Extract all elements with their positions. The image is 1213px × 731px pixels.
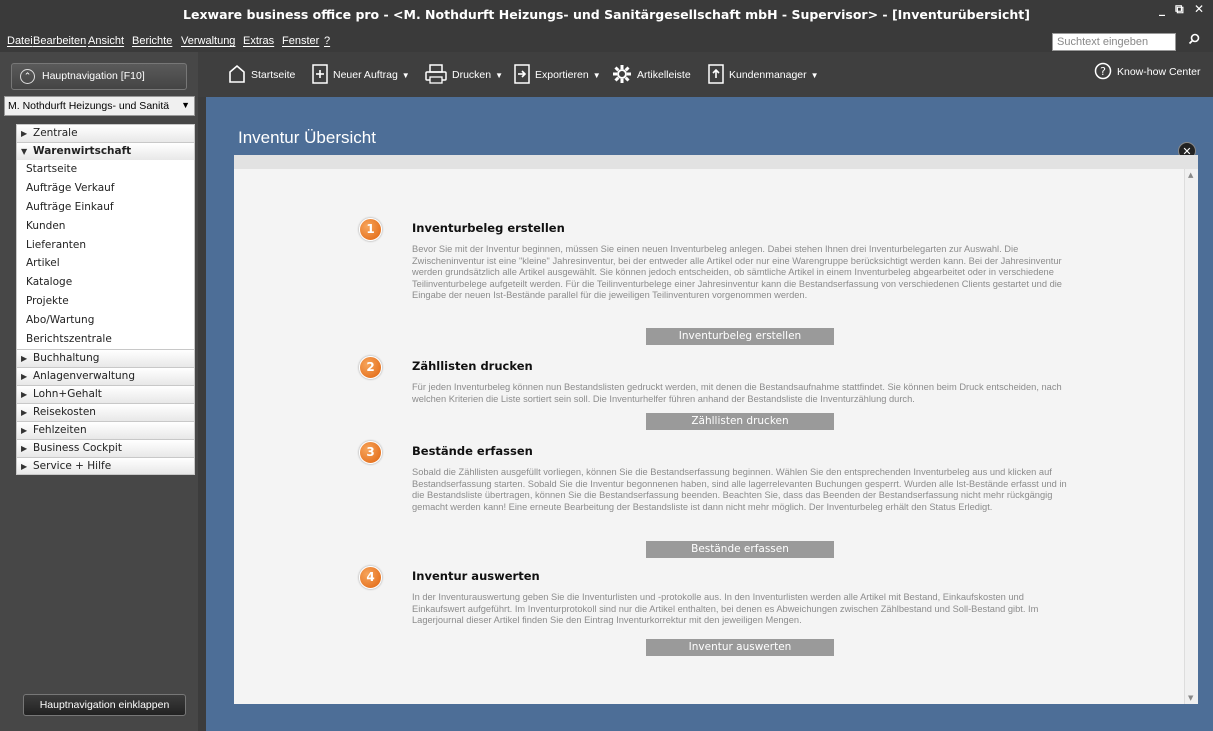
dropdown-caret-icon: ▼ xyxy=(495,70,504,80)
bestaende-erfassen-button[interactable]: Bestände erfassen xyxy=(646,541,834,558)
title-bar: Lexware business office pro - <M. Nothdu… xyxy=(0,0,1213,32)
step-number-badge: 1 xyxy=(359,218,382,241)
step-description: Für jeden Inventurbeleg können nun Besta… xyxy=(412,382,1062,404)
menu-datei[interactable]: Datei xyxy=(7,35,33,47)
minimize-icon[interactable]: _ xyxy=(1159,2,1168,16)
menu-verwaltung[interactable]: Verwaltung xyxy=(181,35,235,47)
dropdown-caret-icon: ▼ xyxy=(592,70,601,80)
step-heading: Inventurbeleg erstellen xyxy=(412,221,565,235)
nav-item-auftraege-einkauf[interactable]: Aufträge Einkauf xyxy=(16,197,195,217)
scroll-up-icon[interactable]: ▲ xyxy=(1188,171,1193,179)
nav-item-berichtszentrale[interactable]: Berichtszentrale xyxy=(16,330,195,349)
nav-group-fehlzeiten[interactable]: ▶ Fehlzeiten xyxy=(16,420,195,439)
zaehllisten-drucken-button[interactable]: Zähllisten drucken xyxy=(646,413,834,430)
expand-arrow-icon: ▶ xyxy=(21,461,28,471)
nav-item-artikel[interactable]: Artikel xyxy=(16,254,195,274)
company-select[interactable]: M. Nothdurft Heizungs- und Sanitä ▼ xyxy=(4,96,195,116)
expand-arrow-icon: ▶ xyxy=(21,425,28,435)
nav-group-service-hilfe[interactable]: ▶ Service + Hilfe xyxy=(16,456,195,475)
navigation-panel: ⌃ Hauptnavigation [F10] M. Nothdurft Hei… xyxy=(0,52,198,731)
expand-arrow-icon: ▶ xyxy=(21,389,28,399)
export-icon xyxy=(514,63,530,87)
menu-fenster[interactable]: Fenster xyxy=(282,35,319,47)
nav-item-auftraege-verkauf[interactable]: Aufträge Verkauf xyxy=(16,178,195,198)
knowhow-center-button[interactable]: ? Know-how Center xyxy=(1094,61,1200,83)
nav-group-zentrale[interactable]: ▶ Zentrale xyxy=(16,124,195,142)
nav-group-buchhaltung[interactable]: ▶ Buchhaltung xyxy=(16,348,195,367)
scrollbar[interactable]: ▲ ▼ xyxy=(1184,169,1198,704)
content-panel: ▲ ▼ 1 Inventurbeleg erstellen Bevor Sie … xyxy=(234,169,1198,704)
expand-arrow-icon: ▶ xyxy=(21,371,28,381)
step-description: Sobald die Zähllisten ausgefüllt vorlieg… xyxy=(412,467,1067,512)
step-heading: Zähllisten drucken xyxy=(412,359,533,373)
drucken-button[interactable]: Drucken ▼ xyxy=(425,63,504,87)
help-circle-icon: ? xyxy=(1094,62,1112,83)
step-heading: Inventur auswerten xyxy=(412,569,540,583)
toolbar: Startseite Neuer Auftrag ▼ Drucken ▼ Expor… xyxy=(198,52,1213,97)
content-header-bar xyxy=(234,155,1198,169)
nav-item-kataloge[interactable]: Kataloge xyxy=(16,273,195,293)
artikelleiste-button[interactable]: Artikelleiste xyxy=(612,64,691,86)
close-window-icon[interactable]: ✕ xyxy=(1194,2,1207,16)
expand-arrow-icon: ▶ xyxy=(21,129,28,138)
kundenmanager-icon xyxy=(708,63,724,87)
window-title: Lexware business office pro - <M. Nothdu… xyxy=(183,7,1030,22)
gear-icon xyxy=(612,64,632,87)
svg-text:?: ? xyxy=(1100,65,1106,78)
search-icon[interactable] xyxy=(1180,33,1208,51)
step-number-badge: 4 xyxy=(359,566,382,589)
inventur-auswerten-button[interactable]: Inventur auswerten xyxy=(646,639,834,656)
expand-arrow-icon: ▶ xyxy=(21,407,28,417)
nav-item-kunden[interactable]: Kunden xyxy=(16,216,195,236)
main-area: Inventur Übersicht ✕ ▲ ▼ 1 Inventurbeleg… xyxy=(206,97,1213,731)
menu-bar: Datei Bearbeiten Ansicht Berichte Verwal… xyxy=(0,32,1213,52)
dropdown-caret-icon: ▼ xyxy=(810,70,819,80)
nav-group-business-cockpit[interactable]: ▶ Business Cockpit xyxy=(16,438,195,457)
kundenmanager-button[interactable]: Kundenmanager ▼ xyxy=(708,63,819,87)
step-number-badge: 2 xyxy=(359,356,382,379)
page-title: Inventur Übersicht xyxy=(238,128,376,147)
scroll-down-icon[interactable]: ▼ xyxy=(1188,694,1193,702)
inventurbeleg-erstellen-button[interactable]: Inventurbeleg erstellen xyxy=(646,328,834,345)
window-controls[interactable]: _ ⧉ ✕ xyxy=(1159,2,1207,17)
expand-arrow-icon: ▶ xyxy=(21,353,28,363)
exportieren-button[interactable]: Exportieren ▼ xyxy=(514,63,601,87)
restore-icon[interactable]: ⧉ xyxy=(1175,2,1187,16)
nav-item-lieferanten[interactable]: Lieferanten xyxy=(16,235,195,255)
hauptnavigation-button[interactable]: ⌃ Hauptnavigation [F10] xyxy=(11,63,187,90)
home-icon xyxy=(228,64,246,87)
nav-list: ▶ Zentrale ▼ Warenwirtschaft Startseite Au… xyxy=(16,124,195,475)
printer-icon xyxy=(425,63,447,87)
neuer-auftrag-button[interactable]: Neuer Auftrag ▼ xyxy=(312,63,410,87)
nav-group-warenwirtschaft[interactable]: ▼ Warenwirtschaft xyxy=(16,142,195,160)
nav-item-abo-wartung[interactable]: Abo/Wartung xyxy=(16,311,195,331)
menu-bearbeiten[interactable]: Bearbeiten xyxy=(33,35,86,47)
nav-group-anlagenverwaltung[interactable]: ▶ Anlagenverwaltung xyxy=(16,366,195,385)
menu-help[interactable]: ? xyxy=(324,35,330,47)
nav-item-startseite[interactable]: Startseite xyxy=(16,160,195,179)
menu-extras[interactable]: Extras xyxy=(243,35,274,47)
step-heading: Bestände erfassen xyxy=(412,444,533,458)
new-document-icon xyxy=(312,63,328,87)
step-description: Bevor Sie mit der Inventur beginnen, müs… xyxy=(412,244,1062,300)
nav-group-reisekosten[interactable]: ▶ Reisekosten xyxy=(16,402,195,421)
nav-group-lohn-gehalt[interactable]: ▶ Lohn+Gehalt xyxy=(16,384,195,403)
menu-ansicht[interactable]: Ansicht xyxy=(88,35,124,47)
nav-item-projekte[interactable]: Projekte xyxy=(16,292,195,312)
chevron-up-icon: ⌃ xyxy=(20,69,35,84)
dropdown-arrow-icon: ▼ xyxy=(181,100,190,110)
search-input[interactable]: Suchtext eingeben xyxy=(1052,33,1176,51)
collapse-navigation-button[interactable]: Hauptnavigation einklappen xyxy=(23,694,186,716)
expand-arrow-icon: ▶ xyxy=(21,443,28,453)
collapse-arrow-icon: ▼ xyxy=(21,147,28,156)
startseite-button[interactable]: Startseite xyxy=(228,64,295,86)
step-description: In der Inventurauswertung geben Sie die … xyxy=(412,592,1039,625)
step-number-badge: 3 xyxy=(359,441,382,464)
dropdown-caret-icon: ▼ xyxy=(401,70,410,80)
menu-berichte[interactable]: Berichte xyxy=(132,35,172,47)
